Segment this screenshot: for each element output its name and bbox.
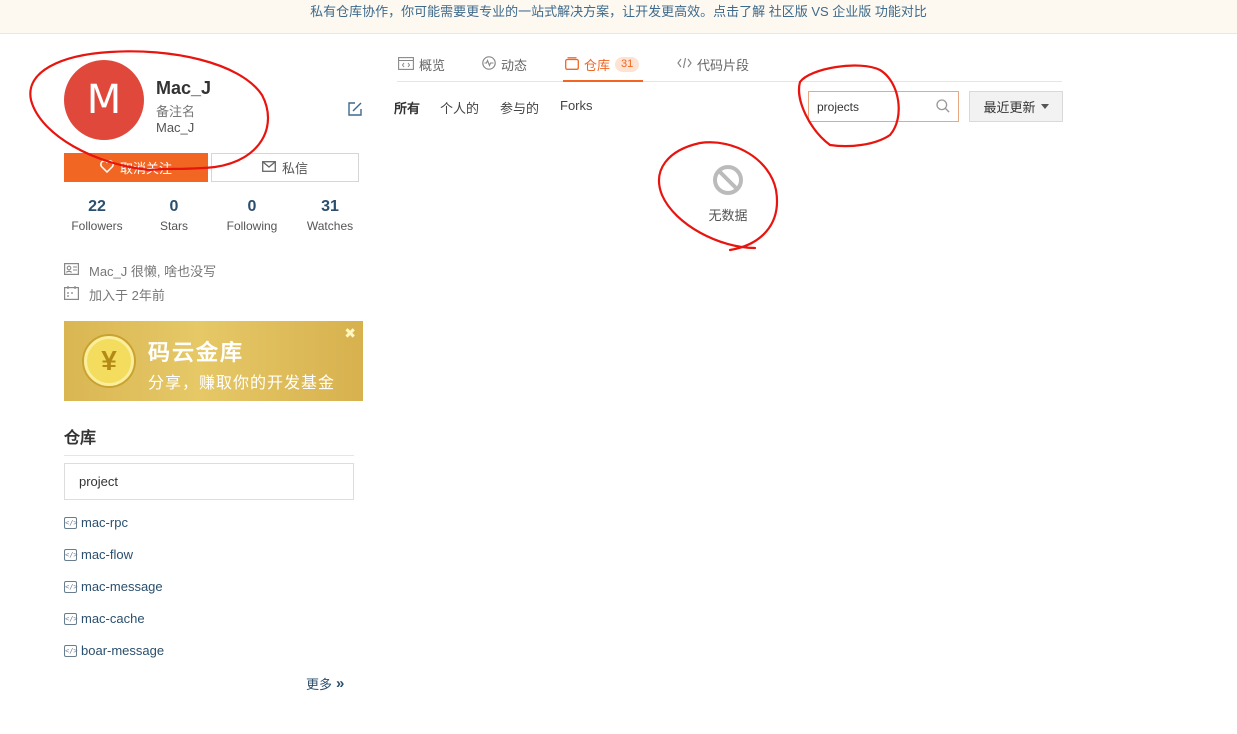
stat-label: Stars [159,219,188,233]
filter-personal[interactable]: 个人的 [440,98,479,117]
stat-followers[interactable]: 22 Followers [62,197,132,233]
heart-icon [100,159,114,176]
sort-dropdown[interactable]: 最近更新 [969,91,1063,122]
user-login: Mac_J [156,120,195,135]
repo-count-badge: 31 [615,57,640,72]
stat-stars[interactable]: 0 Stars [139,197,209,233]
promo-title: 码云金库 [148,340,245,365]
no-data-icon [712,165,744,199]
promo-subtitle: 分享，赚取你的开发基金 [148,375,336,392]
repo-item[interactable]: </> mac-cache [64,611,145,626]
message-label: 私信 [281,161,308,176]
bio-text: Mac_J 很懒, 啥也没写 [89,264,217,279]
joined-text: 加入于 2年前 [89,288,165,303]
caret-down-icon [1040,104,1049,109]
stat-value: 0 [169,198,179,215]
tab-label: 概览 [419,58,446,73]
profile-tabs: 概览 动态 仓库 31 代码片段 [397,48,1062,82]
repo-section-title: 仓库 [64,424,354,456]
repo-search-box [808,91,959,122]
tab-repositories[interactable]: 仓库 31 [562,55,644,82]
filter-participated[interactable]: 参与的 [500,98,539,117]
more-repos-link[interactable]: 更多 » [306,674,344,693]
repo-item[interactable]: </> mac-rpc [64,515,128,530]
joined-row: 加入于 2年前 [64,285,165,304]
code-icon: </> [64,548,78,561]
overview-icon [398,56,414,73]
repo-name: mac-rpc [81,515,128,530]
gitee-fund-banner[interactable]: ¥ 码云金库 分享，赚取你的开发基金 ✖ [64,321,363,401]
repo-item[interactable]: </> mac-message [64,579,163,594]
close-icon[interactable]: ✖ [344,325,356,342]
repo-name: boar-message [81,643,165,658]
double-chevron-right-icon: » [336,675,345,692]
repo-icon [565,56,579,73]
code-icon [677,57,692,72]
more-label: 更多 [306,677,333,692]
stat-value: 31 [321,198,339,215]
bio-row: Mac_J 很懒, 啥也没写 [64,261,216,280]
empty-text: 无数据 [708,208,748,223]
sort-label: 最近更新 [983,100,1036,115]
repo-name: mac-flow [81,547,134,562]
code-icon: </> [64,644,78,657]
stat-label: Following [226,219,278,233]
banner-text[interactable]: 私有仓库协作，你可能需要更专业的一站式解决方案，让开发更高效。点击了解 社区版 … [310,4,927,19]
filter-forks[interactable]: Forks [560,98,593,113]
id-card-icon [64,263,80,278]
code-icon: </> [64,612,78,625]
code-icon: </> [64,516,78,529]
stat-following[interactable]: 0 Following [217,197,287,233]
tab-label: 动态 [501,58,528,73]
coin-icon: ¥ [84,336,134,386]
top-banner: 私有仓库协作，你可能需要更专业的一站式解决方案，让开发更高效。点击了解 社区版 … [0,0,1237,34]
repo-filter-input[interactable] [64,463,354,500]
stat-value: 0 [247,198,257,215]
tab-label: 代码片段 [697,58,750,73]
mail-icon [262,160,276,175]
unfollow-button[interactable]: 取消关注 [64,153,208,182]
message-button[interactable]: 私信 [211,153,359,182]
repo-name: mac-message [81,579,163,594]
stat-value: 22 [88,198,106,215]
remark-name: 备注名 [156,104,196,119]
repo-search-input[interactable] [809,92,929,121]
repo-name: mac-cache [81,611,145,626]
stat-label: Watches [306,219,354,233]
tab-overview[interactable]: 概览 [398,55,445,74]
tab-activity[interactable]: 动态 [482,55,527,74]
repo-item[interactable]: </> boar-message [64,643,164,658]
unfollow-label: 取消关注 [119,161,172,176]
stat-label: Followers [71,219,123,233]
repo-item[interactable]: </> mac-flow [64,547,133,562]
user-name: Mac_J [156,78,212,98]
calendar-icon [64,286,80,303]
stat-watches[interactable]: 31 Watches [295,197,365,233]
avatar[interactable]: M [64,60,144,140]
code-icon: </> [64,580,78,593]
filter-all[interactable]: 所有 [394,98,420,117]
tab-label: 仓库 [584,58,611,73]
tab-snippets[interactable]: 代码片段 [677,55,749,74]
activity-icon [482,56,496,73]
edit-icon[interactable] [346,100,364,118]
search-icon[interactable] [936,99,950,116]
empty-state: 无数据 [700,164,756,224]
